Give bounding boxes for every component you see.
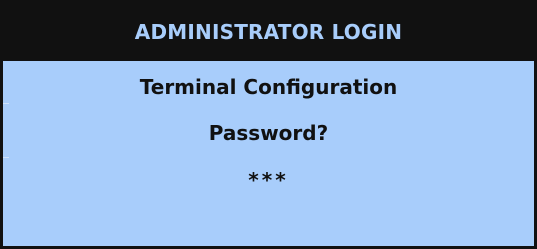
header-title: ADMINISTRATOR LOGIN (134, 20, 403, 44)
header-bar: ADMINISTRATOR LOGIN (3, 3, 534, 61)
password-field[interactable]: *** (3, 168, 534, 192)
admin-login-screen: ADMINISTRATOR LOGIN Terminal Configurati… (0, 0, 537, 249)
password-prompt: Password? (208, 121, 329, 145)
left-edge-tick (3, 157, 9, 158)
left-edge-tick (3, 103, 9, 104)
section-title: Terminal Configuration (139, 75, 398, 99)
